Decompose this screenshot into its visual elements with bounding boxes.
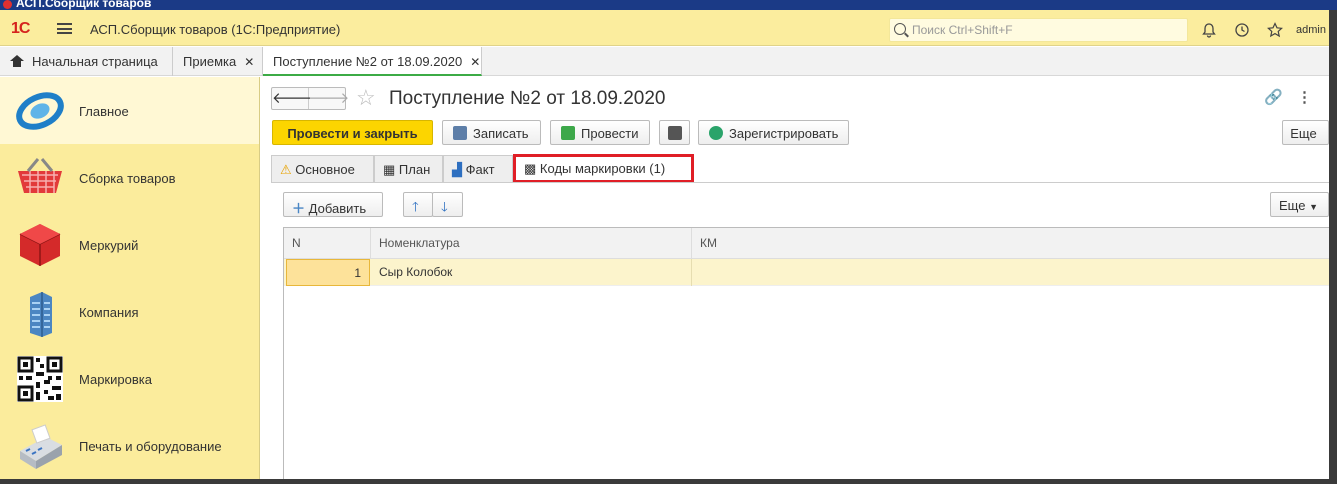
post-document-icon — [561, 126, 575, 140]
window-tab-document[interactable]: Поступление №2 от 18.09.2020 ✕ — [263, 47, 482, 76]
print-button[interactable] — [659, 120, 690, 145]
tab-marking-codes[interactable]: ▩ Коды маркировки (1) — [513, 154, 694, 183]
tab-label: Основное — [295, 162, 355, 177]
more-button[interactable]: Еще — [1282, 120, 1329, 145]
app-title: АСП.Сборщик товаров (1С:Предприятие) — [90, 22, 341, 37]
section-label: Сборка товаров — [79, 171, 176, 186]
qr-code-icon — [17, 356, 63, 402]
post-button[interactable]: Провести — [550, 120, 650, 145]
chart-icon: ▟ — [452, 162, 462, 177]
window-tab-priemka[interactable]: Приемка ✕ — [173, 47, 263, 76]
link-icon[interactable]: 🔗 — [1264, 88, 1283, 106]
tab-plan[interactable]: ▦ План — [374, 155, 443, 182]
open-windows-bar: Начальная страница Приемка ✕ Поступление … — [0, 47, 1329, 76]
column-header-km[interactable]: КМ — [692, 228, 1330, 258]
printer-icon — [668, 126, 682, 140]
section-mercury[interactable]: Меркурий — [0, 211, 259, 278]
section-marking[interactable]: Маркировка — [0, 345, 259, 412]
main-section-icon — [16, 92, 64, 130]
table-row[interactable]: 1 Сыр Колобок — [284, 259, 1330, 286]
cell-n[interactable]: 1 — [286, 259, 370, 286]
tab-label: План — [398, 162, 431, 177]
register-label: Зарегистрировать — [729, 126, 839, 141]
history-icon[interactable] — [1233, 22, 1251, 40]
table-header: N Номенклатура КМ — [284, 228, 1330, 259]
section-label: Печать и оборудование — [79, 439, 222, 454]
save-button[interactable]: Записать — [442, 120, 541, 145]
nav-buttons: 🡐 🡒 — [271, 87, 349, 110]
tab-fact[interactable]: ▟ Факт — [443, 155, 513, 182]
section-label: Маркировка — [79, 372, 152, 387]
calculator-icon: ▦ — [383, 162, 396, 177]
shield-icon — [709, 126, 723, 140]
column-header-n[interactable]: N — [284, 228, 371, 258]
search-placeholder: Поиск Ctrl+Shift+F — [912, 23, 1013, 37]
marking-codes-table[interactable]: N Номенклатура КМ 1 Сыр Колобок — [283, 227, 1330, 479]
more-label: Еще — [1279, 198, 1306, 213]
os-window-title: АСП.Сборщик товаров — [16, 0, 152, 10]
window-tab-home[interactable]: Начальная страница — [0, 47, 173, 76]
favorites-star-icon[interactable] — [1266, 22, 1284, 40]
back-arrow-icon[interactable]: 🡐 — [272, 88, 312, 109]
floppy-disk-icon — [453, 126, 467, 140]
cell-item[interactable]: Сыр Колобок — [371, 259, 692, 286]
chevron-down-icon: ▼ — [1309, 202, 1318, 212]
cube-icon — [19, 224, 61, 266]
register-button[interactable]: Зарегистрировать — [698, 120, 849, 145]
close-icon[interactable]: ✕ — [244, 55, 254, 69]
menu-icon[interactable] — [57, 23, 72, 34]
arrow-down-icon: 🡓 — [441, 199, 448, 214]
add-button[interactable]: ＋ Добавить — [283, 192, 383, 217]
app-header: 1С АСП.Сборщик товаров (1С:Предприятие) … — [0, 10, 1329, 46]
section-main[interactable]: Главное — [0, 77, 259, 144]
close-icon[interactable]: ✕ — [470, 55, 480, 69]
window-tab-label: Поступление №2 от 18.09.2020 — [273, 54, 463, 69]
bell-icon[interactable] — [1200, 22, 1218, 40]
window-tab-label: Начальная страница — [32, 54, 158, 69]
section-label: Главное — [79, 104, 129, 119]
document-form: 🡐 🡒 ☆ Поступление №2 от 18.09.2020 🔗 ⋮ П… — [261, 77, 1330, 479]
user-name[interactable]: admin — [1296, 24, 1326, 36]
search-icon — [894, 23, 906, 35]
window-border-bottom — [0, 479, 1337, 484]
sections-panel: Главное Сборка товаров Меркурий Компания — [0, 77, 260, 479]
table-more-button[interactable]: Еще ▼ — [1270, 192, 1329, 217]
section-label: Компания — [79, 305, 139, 320]
tab-label: Факт — [465, 162, 495, 177]
home-icon — [10, 55, 24, 67]
cash-register-icon — [20, 424, 62, 469]
favorite-star-icon[interactable]: ☆ — [356, 85, 376, 111]
column-header-item[interactable]: Номенклатура — [371, 228, 692, 258]
add-label: Добавить — [308, 201, 367, 216]
section-company[interactable]: Компания — [0, 278, 259, 345]
save-label: Записать — [473, 126, 529, 141]
section-printing[interactable]: Печать и оборудование — [0, 412, 259, 479]
basket-icon — [18, 158, 62, 193]
post-label: Провести — [581, 126, 639, 141]
search-input[interactable]: Поиск Ctrl+Shift+F — [889, 18, 1188, 42]
app-icon — [3, 0, 12, 9]
post-and-close-button[interactable]: Провести и закрыть — [272, 120, 433, 145]
plus-icon: ＋ — [292, 201, 306, 216]
tab-divider — [271, 182, 1329, 183]
forward-arrow-icon[interactable]: 🡒 — [309, 88, 349, 109]
os-title-bar: АСП.Сборщик товаров — [0, 0, 1337, 10]
move-up-button[interactable]: 🡑 — [403, 192, 433, 217]
page-title: Поступление №2 от 18.09.2020 — [389, 88, 666, 109]
cell-km[interactable] — [692, 259, 1330, 286]
window-tab-label: Приемка — [183, 54, 237, 69]
building-icon — [30, 292, 52, 337]
window-border-right — [1329, 10, 1337, 484]
tab-label: Коды маркировки (1) — [539, 161, 666, 176]
arrow-up-icon: 🡑 — [412, 199, 419, 214]
move-down-button[interactable]: 🡓 — [432, 192, 463, 217]
more-vertical-icon[interactable]: ⋮ — [1297, 88, 1312, 106]
section-assembly[interactable]: Сборка товаров — [0, 144, 259, 211]
section-label: Меркурий — [79, 238, 139, 253]
qr-code-icon: ▩ — [524, 161, 537, 176]
warning-icon: ⚠ — [280, 162, 292, 177]
tab-main[interactable]: ⚠ Основное — [271, 155, 374, 182]
logo-1c: 1С — [11, 20, 30, 37]
